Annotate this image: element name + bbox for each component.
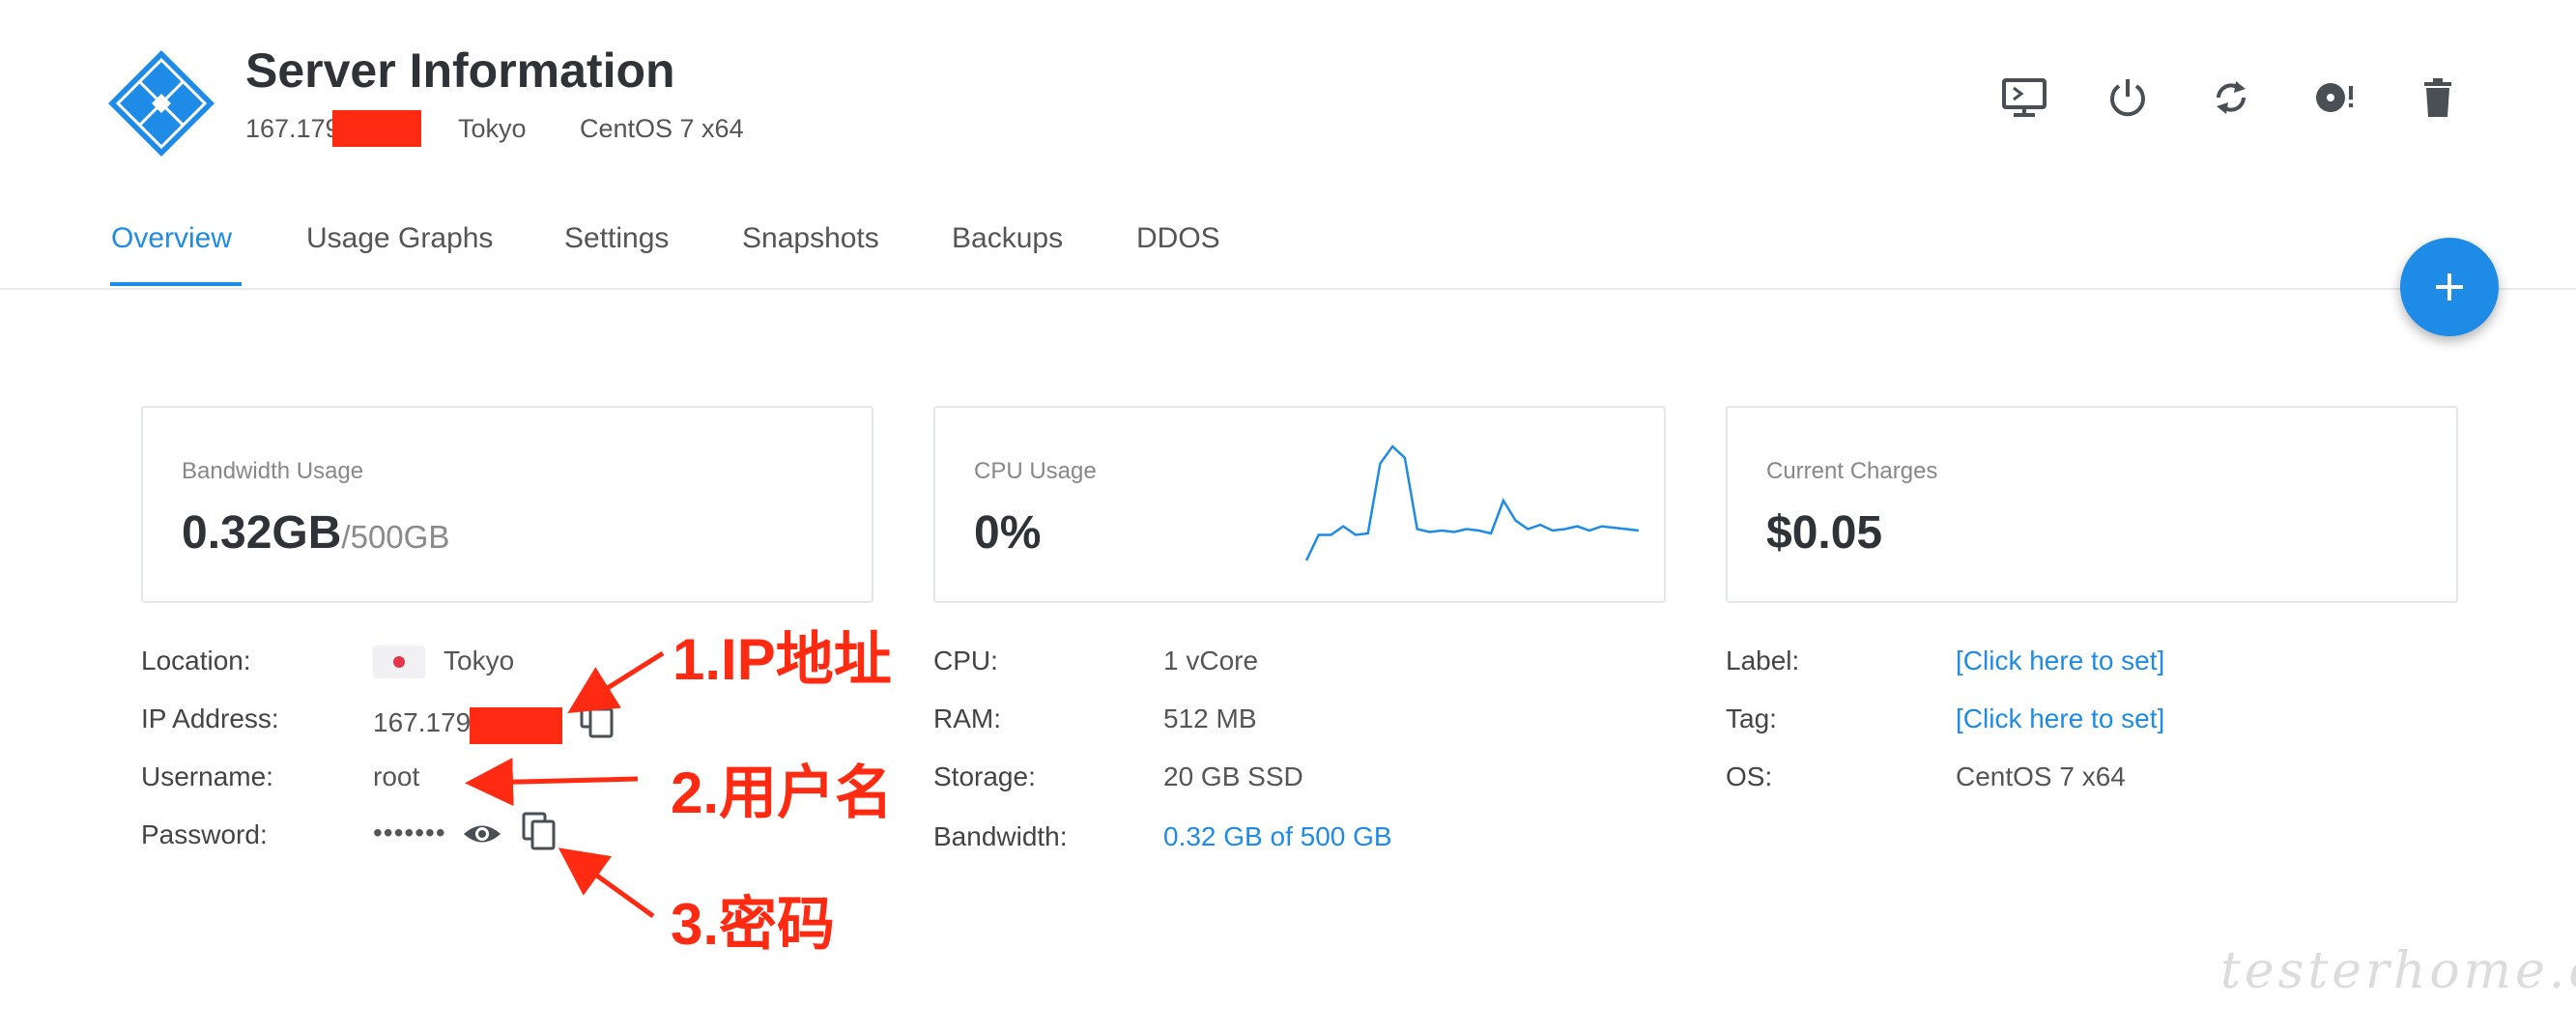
cpu-card-label: CPU Usage — [974, 458, 1097, 484]
username-value: root — [373, 761, 420, 791]
tab-usage-graphs[interactable]: Usage Graphs — [306, 222, 493, 255]
header-location: Tokyo — [458, 114, 527, 143]
japan-flag-icon — [373, 646, 425, 678]
storage-value: 20 GB SSD — [1163, 761, 1303, 791]
username-label: Username: — [141, 761, 273, 791]
tag-label: Tag: — [1726, 704, 1777, 733]
restart-icon[interactable] — [2207, 73, 2255, 122]
bandwidth-card-value: 0.32GB/500GB — [182, 506, 449, 560]
storage-label: Storage: — [933, 761, 1036, 791]
bandwidth-card-label: Bandwidth Usage — [182, 458, 364, 484]
tab-backups[interactable]: Backups — [952, 222, 1063, 255]
delete-icon[interactable] — [2414, 73, 2462, 122]
ip-address-label: IP Address: — [141, 704, 279, 733]
label-label: Label: — [1726, 646, 1800, 675]
charges-card-label: Current Charges — [1766, 458, 1938, 484]
bandwidth-label: Bandwidth: — [933, 821, 1068, 851]
tab-settings[interactable]: Settings — [564, 222, 669, 255]
copy-ip-icon[interactable] — [578, 700, 618, 740]
os-value: CentOS 7 x64 — [1956, 761, 2126, 791]
watermark: testerhome.com — [2220, 942, 2576, 1000]
cpu-sparkline-path — [1304, 445, 1640, 561]
bandwidth-card: Bandwidth Usage 0.32GB/500GB — [141, 406, 873, 603]
header-os: CentOS 7 x64 — [580, 114, 744, 143]
bandwidth-link[interactable]: 0.32 GB of 500 GB — [1163, 821, 1392, 852]
redacted-ip-box — [332, 110, 421, 147]
ip-address-value: 167.179. — [373, 707, 478, 737]
cpu-sparkline — [1304, 445, 1640, 561]
bandwidth-used: 0.32GB — [182, 507, 342, 559]
location-label: Location: — [141, 646, 251, 675]
vultr-logo — [108, 50, 215, 157]
charges-card-value: $0.05 — [1766, 507, 1883, 559]
show-password-icon[interactable] — [462, 814, 502, 854]
password-label: Password: — [141, 819, 268, 849]
plus-icon — [2436, 273, 2463, 301]
tab-ddos[interactable]: DDOS — [1136, 222, 1220, 255]
ram-value: 512 MB — [1163, 704, 1257, 733]
tab-snapshots[interactable]: Snapshots — [742, 222, 879, 255]
redacted-ip-box — [470, 707, 562, 744]
tab-overview[interactable]: Overview — [111, 222, 232, 255]
charges-card: Current Charges $0.05 — [1726, 406, 2458, 603]
cpu-value: 1 vCore — [1163, 646, 1259, 675]
ram-label: RAM: — [933, 704, 1001, 733]
cpu-card: CPU Usage 0% — [933, 406, 1666, 603]
page-title: Server Information — [245, 43, 675, 98]
os-label: OS: — [1726, 761, 1773, 791]
add-button[interactable] — [2400, 238, 2499, 336]
reinstall-icon[interactable] — [2310, 73, 2359, 122]
bandwidth-limit: /500GB — [341, 519, 450, 555]
password-value: ••••••• — [373, 818, 446, 847]
copy-password-icon[interactable] — [520, 812, 560, 852]
location-value: Tokyo — [444, 646, 515, 675]
tab-divider — [0, 288, 2576, 290]
annotation-password: 3.密码 — [671, 892, 836, 957]
annotation-username: 2.用户名 — [671, 761, 894, 825]
cpu-label: CPU: — [933, 646, 998, 675]
power-icon[interactable] — [2104, 73, 2152, 122]
set-label-link[interactable]: [Click here to set] — [1956, 646, 2164, 676]
cpu-card-value: 0% — [974, 507, 1042, 559]
console-icon[interactable] — [2000, 73, 2048, 122]
set-tag-link[interactable]: [Click here to set] — [1956, 704, 2164, 734]
active-tab-indicator — [110, 282, 242, 286]
annotation-ip: 1.IP地址 — [673, 627, 892, 692]
